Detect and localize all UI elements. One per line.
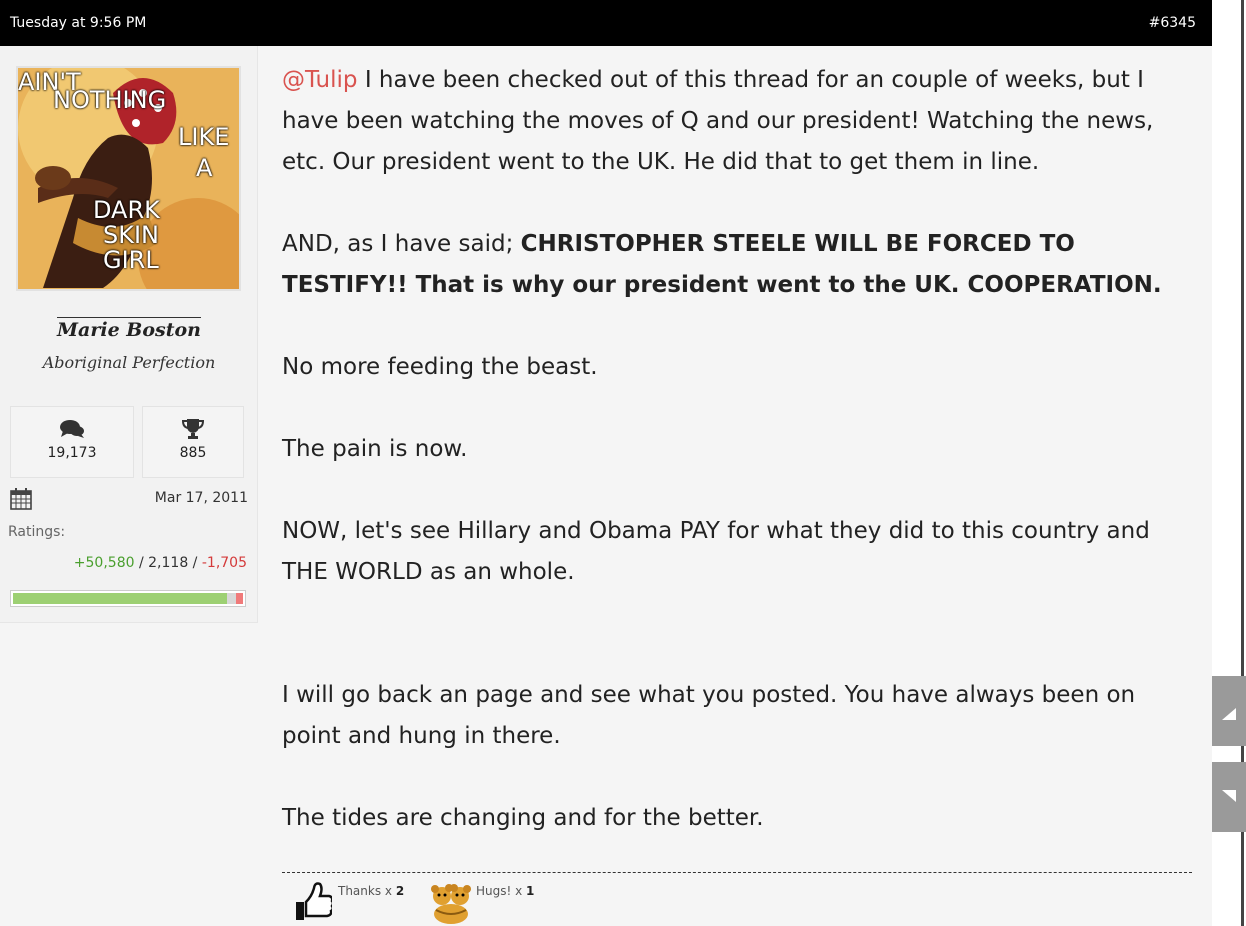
ratings-bar bbox=[10, 590, 246, 607]
post-paragraph: The tides are changing and for the bette… bbox=[282, 805, 764, 831]
ratings-negative: -1,705 bbox=[201, 555, 247, 571]
post-number[interactable]: #6345 bbox=[1149, 15, 1196, 31]
user-panel: AIN'T NOTHING LIKE A DARK SKIN GIRL Mari… bbox=[0, 46, 258, 623]
post-body: @Tulip I have been checked out of this t… bbox=[282, 60, 1197, 839]
ratings-bar-positive bbox=[13, 593, 227, 604]
chevron-up-icon bbox=[1222, 708, 1236, 720]
username[interactable]: Marie Boston bbox=[0, 317, 258, 341]
ratings-values[interactable]: +50,580 / 2,118 / -1,705 bbox=[74, 555, 247, 571]
ratings-neutral: 2,118 bbox=[148, 555, 189, 571]
message-count: 19,173 bbox=[47, 445, 97, 461]
avatar[interactable]: AIN'T NOTHING LIKE A DARK SKIN GIRL bbox=[16, 66, 241, 291]
post-header: Tuesday at 9:56 PM #6345 bbox=[0, 0, 1212, 46]
scroll-up-button[interactable] bbox=[1212, 676, 1246, 746]
avatar-caption: AIN'T NOTHING LIKE A DARK SKIN GIRL bbox=[18, 68, 230, 274]
calendar-icon bbox=[10, 488, 32, 510]
ratings-positive: +50,580 bbox=[73, 555, 135, 571]
ratings-bar-negative bbox=[236, 593, 243, 604]
post-timestamp[interactable]: Tuesday at 9:56 PM bbox=[10, 15, 146, 31]
reactions-divider bbox=[282, 872, 1192, 873]
hugging-bears-icon bbox=[431, 884, 471, 924]
post-paragraph: I will go back an page and see what you … bbox=[282, 682, 1136, 749]
post-paragraph: @Tulip I have been checked out of this t… bbox=[282, 67, 1154, 175]
trophy-count: 885 bbox=[179, 445, 207, 461]
post-paragraph: AND, as I have said; CHRISTOPHER STEELE … bbox=[282, 231, 1162, 298]
speech-bubbles-icon bbox=[60, 420, 84, 438]
joined-date: Mar 17, 2011 bbox=[154, 490, 248, 506]
user-mention-link[interactable]: @Tulip bbox=[282, 67, 358, 93]
thumbs-up-icon bbox=[296, 882, 332, 920]
ratings-label: Ratings: bbox=[8, 524, 66, 540]
joined-row: Mar 17, 2011 bbox=[10, 488, 248, 512]
post-paragraph: NOW, let's see Hillary and Obama PAY for… bbox=[282, 518, 1150, 585]
trophy-icon bbox=[181, 419, 205, 439]
trophy-count-box[interactable]: 885 bbox=[142, 406, 244, 478]
user-title: Aboriginal Perfection bbox=[42, 353, 216, 372]
ratings-bar-neutral bbox=[226, 593, 237, 604]
post-paragraph: No more feeding the beast. bbox=[282, 354, 598, 380]
message-count-box[interactable]: 19,173 bbox=[10, 406, 134, 478]
post-paragraph: The pain is now. bbox=[282, 436, 468, 462]
chevron-down-icon bbox=[1222, 790, 1236, 802]
scroll-down-button[interactable] bbox=[1212, 762, 1246, 832]
